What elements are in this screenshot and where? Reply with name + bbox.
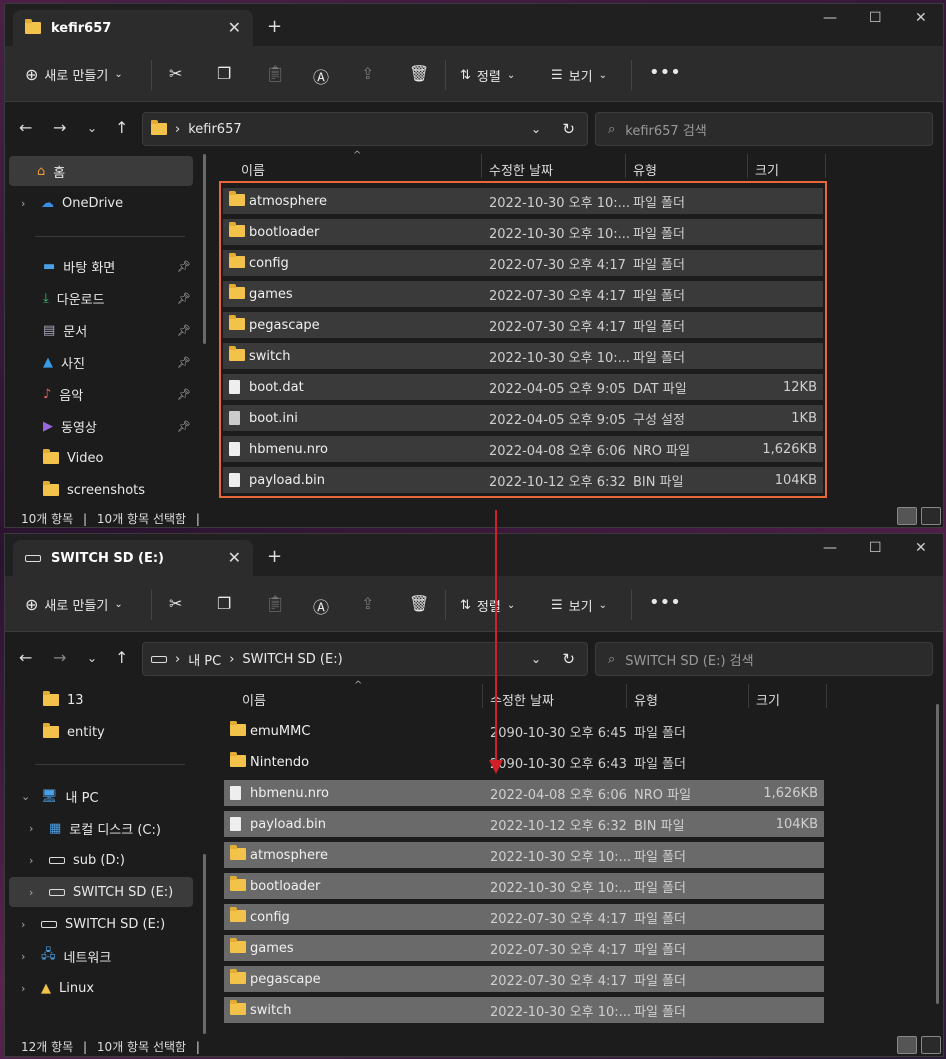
drag-arrow <box>489 510 503 774</box>
